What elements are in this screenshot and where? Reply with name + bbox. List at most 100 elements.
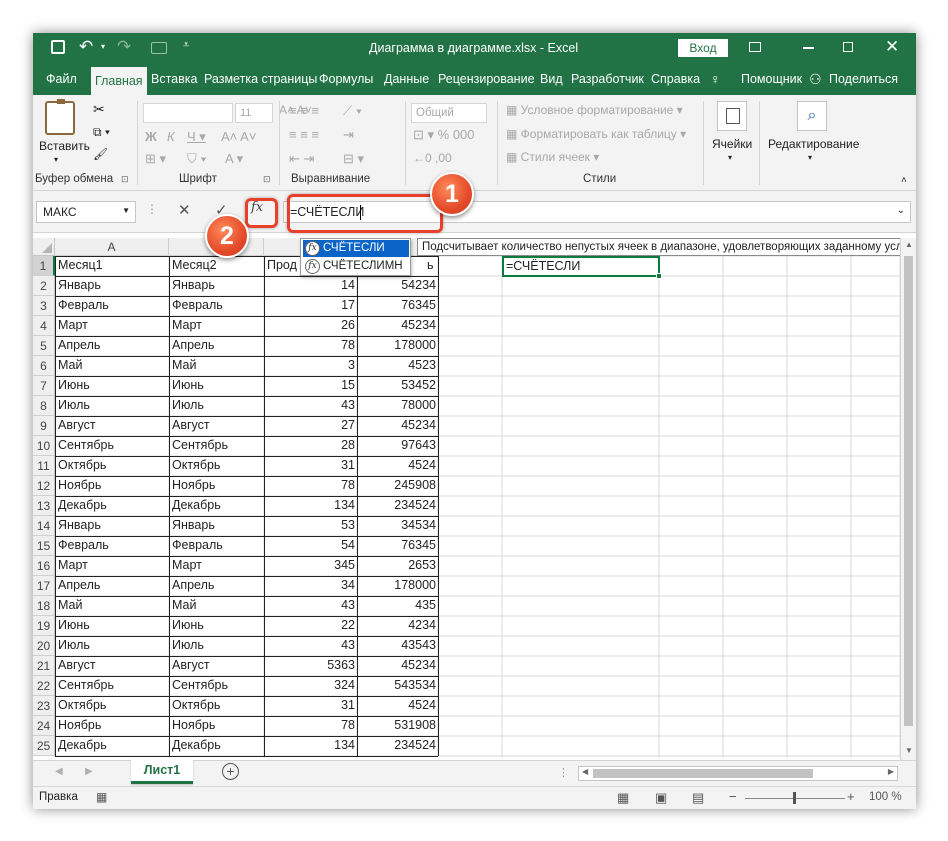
cell-d23[interactable]: 4524 (357, 698, 438, 712)
row-header-1[interactable]: 1 (33, 256, 55, 276)
cell-b4[interactable]: Март (172, 318, 202, 332)
cell-b15[interactable]: Февраль (172, 538, 223, 552)
row-header-3[interactable]: 3 (33, 296, 55, 316)
cell-c1[interactable]: Прод (267, 258, 297, 272)
cell-a13[interactable]: Декабрь (58, 498, 107, 512)
cell-c18[interactable]: 43 (264, 598, 357, 612)
cell-c10[interactable]: 28 (264, 438, 357, 452)
cell-a12[interactable]: Ноябрь (58, 478, 101, 492)
cell-c6[interactable]: 3 (264, 358, 357, 372)
cell-b25[interactable]: Декабрь (172, 738, 221, 752)
cell-c9[interactable]: 27 (264, 418, 357, 432)
decimal-icon[interactable]: ←0 ,00 (413, 151, 452, 165)
cell-d24[interactable]: 531908 (357, 718, 438, 732)
row-header-2[interactable]: 2 (33, 276, 55, 296)
cell-c24[interactable]: 78 (264, 718, 357, 732)
collapse-ribbon-icon[interactable]: ˄ (901, 175, 907, 186)
row-header-12[interactable]: 12 (33, 476, 55, 496)
row-header-23[interactable]: 23 (33, 696, 55, 716)
cell-d7[interactable]: 53452 (357, 378, 438, 392)
cell-d13[interactable]: 234524 (357, 498, 438, 512)
tell-me-button[interactable]: Помощник (739, 63, 804, 95)
cell-b2[interactable]: Январь (172, 278, 215, 292)
font-size-box[interactable]: 11 (235, 103, 273, 123)
row-header-4[interactable]: 4 (33, 316, 55, 336)
maximize-icon[interactable] (843, 42, 853, 52)
zoom-out-icon[interactable]: − (729, 789, 737, 804)
borders-icon[interactable]: ⊞ ▾ (145, 151, 166, 167)
cell-a4[interactable]: Март (58, 318, 88, 332)
editing-button[interactable]: Редактирование (768, 137, 859, 151)
cell-d1[interactable]: ь (427, 258, 434, 272)
cell-b10[interactable]: Сентябрь (172, 438, 228, 452)
cell-c3[interactable]: 17 (264, 298, 357, 312)
cell-a15[interactable]: Февраль (58, 538, 109, 552)
cell-a1[interactable]: Месяц1 (58, 258, 103, 272)
cell-c15[interactable]: 54 (264, 538, 357, 552)
cell-a25[interactable]: Декабрь (58, 738, 107, 752)
indent-icon[interactable]: ⇤ ⇥ (289, 151, 314, 167)
cell-a2[interactable]: Январь (58, 278, 101, 292)
minimize-icon[interactable] (803, 47, 814, 49)
cell-a23[interactable]: Октябрь (58, 698, 106, 712)
cell-b9[interactable]: Август (172, 418, 210, 432)
format-painter-icon[interactable]: 🖌 (93, 147, 108, 161)
row-header-24[interactable]: 24 (33, 716, 55, 736)
h-scroll-thumb[interactable] (593, 769, 813, 778)
tab-formulas[interactable]: Формулы (317, 63, 375, 95)
tab-home[interactable]: Главная (91, 67, 147, 95)
cell-b24[interactable]: Ноябрь (172, 718, 215, 732)
tab-insert[interactable]: Вставка (149, 63, 199, 95)
cell-d25[interactable]: 234524 (357, 738, 438, 752)
cell-b12[interactable]: Ноябрь (172, 478, 215, 492)
cell-d20[interactable]: 43543 (357, 638, 438, 652)
paste-icon[interactable] (45, 99, 75, 135)
tab-developer[interactable]: Разработчик (569, 63, 646, 95)
cell-b23[interactable]: Октябрь (172, 698, 220, 712)
orientation-icon[interactable]: ⟋ ▾ (343, 103, 362, 119)
cell-d6[interactable]: 4523 (357, 358, 438, 372)
cell-a8[interactable]: Июль (58, 398, 90, 412)
cell-a19[interactable]: Июнь (58, 618, 90, 632)
row-header-6[interactable]: 6 (33, 356, 55, 376)
cell-d9[interactable]: 45234 (357, 418, 438, 432)
select-all-corner[interactable] (33, 238, 55, 256)
cell-c11[interactable]: 31 (264, 458, 357, 472)
row-header-13[interactable]: 13 (33, 496, 55, 516)
cell-a11[interactable]: Октябрь (58, 458, 106, 472)
cell-d4[interactable]: 45234 (357, 318, 438, 332)
tab-help[interactable]: Справка (649, 63, 702, 95)
search-icon[interactable]: ⌕ (797, 101, 827, 131)
cell-c13[interactable]: 134 (264, 498, 357, 512)
zoom-in-icon[interactable]: + (847, 789, 855, 804)
cell-d14[interactable]: 34534 (357, 518, 438, 532)
cell-d10[interactable]: 97643 (357, 438, 438, 452)
cell-c17[interactable]: 34 (264, 578, 357, 592)
cell-a7[interactable]: Июнь (58, 378, 90, 392)
row-header-25[interactable]: 25 (33, 736, 55, 756)
row-header-20[interactable]: 20 (33, 636, 55, 656)
cell-d17[interactable]: 178000 (357, 578, 438, 592)
cell-c25[interactable]: 134 (264, 738, 357, 752)
tab-file[interactable]: Файл (44, 63, 79, 95)
paste-button[interactable]: Вставить (39, 139, 90, 153)
scroll-thumb[interactable] (904, 256, 913, 726)
cell-b11[interactable]: Октябрь (172, 458, 220, 472)
cell-b16[interactable]: Март (172, 558, 202, 572)
align-left-icon[interactable]: ≡ ≡ ≡ (289, 127, 319, 142)
cell-d21[interactable]: 45234 (357, 658, 438, 672)
cell-b22[interactable]: Сентябрь (172, 678, 228, 692)
cells-button[interactable]: Ячейки (712, 137, 752, 151)
cell-c12[interactable]: 78 (264, 478, 357, 492)
cell-d3[interactable]: 76345 (357, 298, 438, 312)
save-icon[interactable] (51, 40, 65, 54)
cell-a24[interactable]: Ноябрь (58, 718, 101, 732)
cell-c16[interactable]: 345 (264, 558, 357, 572)
row-header-16[interactable]: 16 (33, 556, 55, 576)
scroll-down-icon[interactable]: ▼ (905, 746, 913, 755)
row-header-18[interactable]: 18 (33, 596, 55, 616)
tab-data[interactable]: Данные (382, 63, 431, 95)
customize-qat-icon[interactable]: ⩡ (183, 39, 189, 52)
cell-d19[interactable]: 4234 (357, 618, 438, 632)
cell-b6[interactable]: Май (172, 358, 197, 372)
